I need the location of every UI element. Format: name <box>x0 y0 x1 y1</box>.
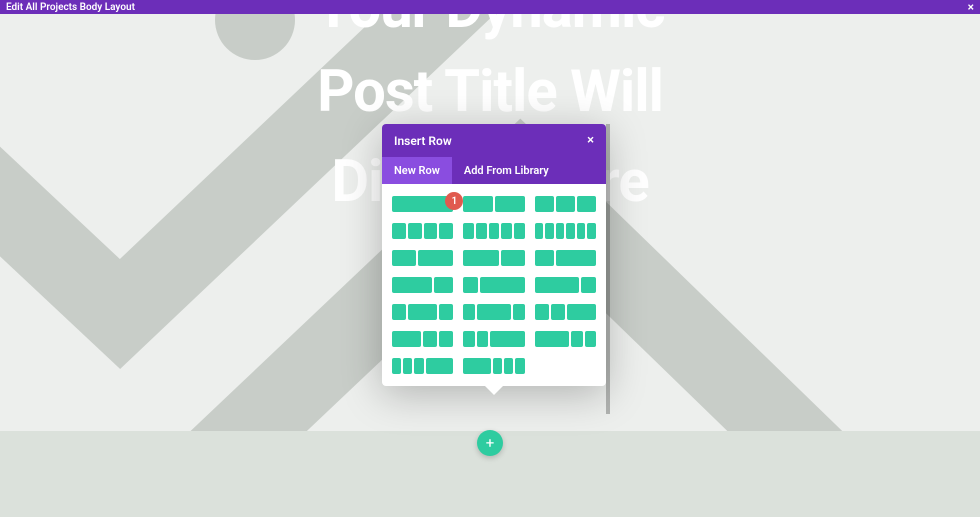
layout-column <box>480 277 525 293</box>
topbar: Edit All Projects Body Layout × <box>0 0 980 14</box>
layout-column <box>535 331 569 347</box>
layout-column <box>463 331 474 347</box>
layout-column <box>418 250 454 266</box>
layout-option-6col[interactable] <box>535 223 596 239</box>
row-layout-grid: 1 <box>382 184 606 386</box>
layout-column <box>434 277 454 293</box>
layout-column <box>581 277 596 293</box>
layout-option-1-2_1-6x3[interactable] <box>463 358 524 374</box>
layout-column <box>463 223 474 239</box>
layout-column <box>504 358 513 374</box>
layout-column <box>571 331 582 347</box>
modal-tabs: New Row Add From Library <box>382 157 606 184</box>
layout-column <box>463 277 478 293</box>
layout-option-1-5_3-5_1-5[interactable] <box>463 304 524 320</box>
layout-column <box>439 304 453 320</box>
modal-header: Insert Row × <box>382 124 606 157</box>
layout-column <box>535 223 544 239</box>
layout-column <box>408 223 422 239</box>
layout-column <box>489 223 500 239</box>
layout-column <box>477 304 511 320</box>
layout-option-5col[interactable] <box>463 223 524 239</box>
layout-column <box>551 304 565 320</box>
layout-column <box>476 223 487 239</box>
layout-column <box>556 196 575 212</box>
modal-shadow <box>606 124 610 414</box>
layout-option-3-4_1-4[interactable] <box>535 277 596 293</box>
layout-column <box>463 250 499 266</box>
insert-row-modal: Insert Row × New Row Add From Library 1 <box>382 124 606 386</box>
plus-icon: + <box>486 434 495 452</box>
layout-column <box>392 277 432 293</box>
layout-column <box>577 196 596 212</box>
layout-column <box>513 304 524 320</box>
layout-column <box>392 250 416 266</box>
layout-option-1-5_1-5_3-5[interactable] <box>463 331 524 347</box>
layout-column <box>392 331 421 347</box>
modal-title: Insert Row <box>394 134 452 148</box>
layout-column <box>392 358 401 374</box>
layout-option-1col[interactable]: 1 <box>392 196 453 212</box>
layout-column <box>414 358 423 374</box>
layout-column <box>514 223 525 239</box>
layout-column <box>515 358 524 374</box>
layout-option-1-2_1-4_1-4[interactable] <box>392 331 453 347</box>
layout-column <box>545 223 554 239</box>
layout-column <box>556 223 565 239</box>
layout-column <box>535 196 554 212</box>
tab-add-from-library[interactable]: Add From Library <box>452 157 561 184</box>
layout-column <box>535 277 580 293</box>
layout-column <box>463 358 491 374</box>
layout-column <box>577 223 586 239</box>
layout-option-2-5_3-5[interactable] <box>392 250 453 266</box>
layout-column <box>439 223 453 239</box>
topbar-title: Edit All Projects Body Layout <box>6 2 135 13</box>
layout-column <box>408 304 437 320</box>
add-row-button[interactable]: + <box>477 430 503 456</box>
layout-option-1-4_1-4_1-2[interactable] <box>535 304 596 320</box>
layout-column <box>463 304 474 320</box>
layout-option-3col[interactable] <box>535 196 596 212</box>
layout-option-1-4_3-4[interactable] <box>463 277 524 293</box>
close-icon[interactable]: × <box>587 133 594 148</box>
layout-option-3-5_2-5[interactable] <box>463 250 524 266</box>
layout-column <box>392 223 406 239</box>
layout-option-2-3_1-3[interactable] <box>392 277 453 293</box>
layout-column <box>535 250 555 266</box>
layout-column <box>439 331 453 347</box>
layout-column <box>585 331 596 347</box>
layout-option-3-5_1-5_1-5[interactable] <box>535 331 596 347</box>
layout-option-4col[interactable] <box>392 223 453 239</box>
layout-column <box>392 304 406 320</box>
layout-option-1-3_2-3[interactable] <box>535 250 596 266</box>
layout-column <box>495 196 525 212</box>
layout-column <box>490 331 524 347</box>
layout-column <box>587 223 596 239</box>
layout-column <box>566 223 575 239</box>
annotation-badge-1: 1 <box>445 192 463 210</box>
layout-column <box>556 250 596 266</box>
layout-column <box>424 223 438 239</box>
layout-column <box>501 250 525 266</box>
layout-column <box>392 196 453 212</box>
layout-column <box>501 223 512 239</box>
close-icon[interactable]: × <box>968 1 974 13</box>
tab-new-row[interactable]: New Row <box>382 157 452 184</box>
layout-column <box>567 304 596 320</box>
layout-option-1-4_1-2_1-4[interactable] <box>392 304 453 320</box>
layout-column <box>535 304 549 320</box>
layout-option-2col[interactable] <box>463 196 524 212</box>
layout-column <box>423 331 437 347</box>
layout-column <box>493 358 502 374</box>
layout-column <box>477 331 488 347</box>
layout-column <box>403 358 412 374</box>
layout-column <box>463 196 493 212</box>
layout-option-1-6x3_1-2[interactable] <box>392 358 453 374</box>
layout-column <box>426 358 454 374</box>
